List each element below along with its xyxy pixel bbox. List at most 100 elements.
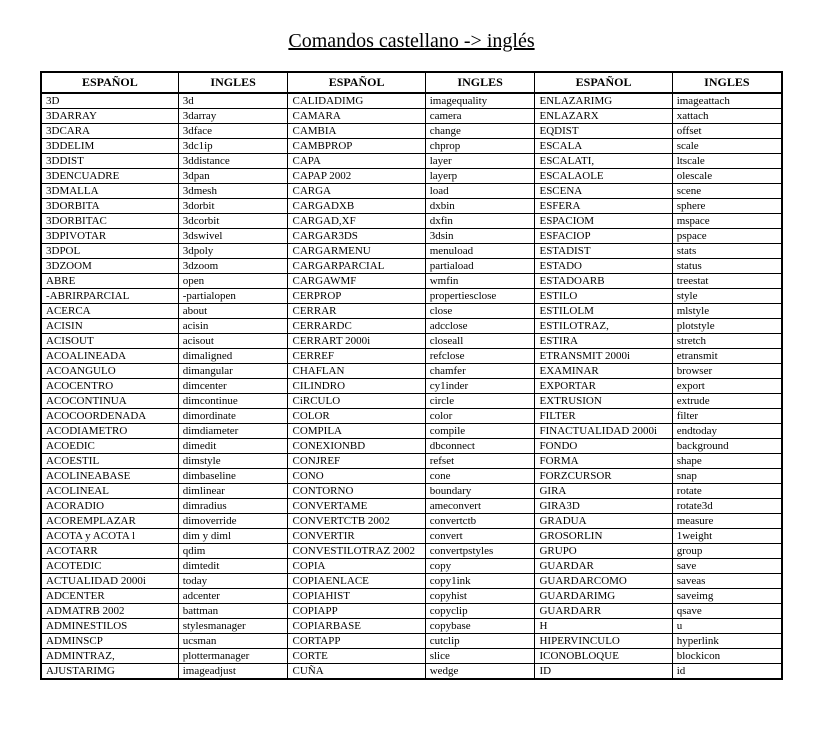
- cell-spanish: FORMA: [535, 454, 672, 469]
- cell-english: saveimg: [672, 589, 782, 604]
- cell-english: menuload: [425, 244, 535, 259]
- cell-spanish: FINACTUALIDAD 2000i: [535, 424, 672, 439]
- cell-spanish: ADMINSCP: [41, 634, 178, 649]
- cell-english: xattach: [672, 109, 782, 124]
- cell-spanish: ACOLINEABASE: [41, 469, 178, 484]
- cell-spanish: ESTADO: [535, 259, 672, 274]
- cell-english: sphere: [672, 199, 782, 214]
- cell-english: -partialopen: [178, 289, 288, 304]
- cell-english: pspace: [672, 229, 782, 244]
- table-row: ACOESTILdimstyleCONJREFrefsetFORMAshape: [41, 454, 782, 469]
- cell-english: 3dmesh: [178, 184, 288, 199]
- cell-english: 3d: [178, 93, 288, 109]
- cell-english: change: [425, 124, 535, 139]
- cell-english: partiaload: [425, 259, 535, 274]
- cell-english: stylesmanager: [178, 619, 288, 634]
- cell-spanish: ESTILOTRAZ,: [535, 319, 672, 334]
- cell-english: etransmit: [672, 349, 782, 364]
- cell-english: 3dface: [178, 124, 288, 139]
- cell-spanish: CAMBPROP: [288, 139, 425, 154]
- cell-spanish: 3D: [41, 93, 178, 109]
- table-row: ACOANGULOdimangularCHAFLANchamferEXAMINA…: [41, 364, 782, 379]
- cell-english: filter: [672, 409, 782, 424]
- cell-english: mlstyle: [672, 304, 782, 319]
- cell-spanish: ADMATRB 2002: [41, 604, 178, 619]
- cell-english: shape: [672, 454, 782, 469]
- cell-spanish: GIRA3D: [535, 499, 672, 514]
- cell-spanish: FORZCURSOR: [535, 469, 672, 484]
- cell-spanish: ESPACIOM: [535, 214, 672, 229]
- cell-english: dimtedit: [178, 559, 288, 574]
- cell-spanish: 3DPOL: [41, 244, 178, 259]
- cell-spanish: CHAFLAN: [288, 364, 425, 379]
- cell-spanish: ACERCA: [41, 304, 178, 319]
- cell-spanish: CILINDRO: [288, 379, 425, 394]
- cell-english: export: [672, 379, 782, 394]
- cell-english: convertpstyles: [425, 544, 535, 559]
- table-row: 3DPOL3dpolyCARGARMENUmenuloadESTADISTsta…: [41, 244, 782, 259]
- cell-spanish: H: [535, 619, 672, 634]
- cell-spanish: CORTE: [288, 649, 425, 664]
- cell-english: imageattach: [672, 93, 782, 109]
- cell-spanish: EXTRUSION: [535, 394, 672, 409]
- cell-english: 3dorbit: [178, 199, 288, 214]
- cell-spanish: 3DENCUADRE: [41, 169, 178, 184]
- cell-spanish: COMPILA: [288, 424, 425, 439]
- cell-spanish: ABRE: [41, 274, 178, 289]
- cell-spanish: COPIA: [288, 559, 425, 574]
- table-row: -ABRIRPARCIAL-partialopenCERPROPproperti…: [41, 289, 782, 304]
- cell-english: browser: [672, 364, 782, 379]
- cell-english: group: [672, 544, 782, 559]
- cell-spanish: GUARDAR: [535, 559, 672, 574]
- cell-spanish: ESTIRA: [535, 334, 672, 349]
- cell-spanish: GRUPO: [535, 544, 672, 559]
- cell-spanish: ACORADIO: [41, 499, 178, 514]
- cell-spanish: CONVERTIR: [288, 529, 425, 544]
- cell-spanish: FONDO: [535, 439, 672, 454]
- cell-english: dimcenter: [178, 379, 288, 394]
- cell-english: ameconvert: [425, 499, 535, 514]
- cell-spanish: CONJREF: [288, 454, 425, 469]
- cell-spanish: CONVERTAME: [288, 499, 425, 514]
- cell-spanish: EQDIST: [535, 124, 672, 139]
- cell-english: about: [178, 304, 288, 319]
- cell-spanish: CARGADXB: [288, 199, 425, 214]
- cell-english: dimlinear: [178, 484, 288, 499]
- cell-spanish: ESTILOLM: [535, 304, 672, 319]
- cell-english: saveas: [672, 574, 782, 589]
- table-row: 3DMALLA3dmeshCARGAloadESCENAscene: [41, 184, 782, 199]
- cell-english: dimradius: [178, 499, 288, 514]
- table-row: ACOCOORDENADAdimordinateCOLORcolorFILTER…: [41, 409, 782, 424]
- cell-spanish: 3DMALLA: [41, 184, 178, 199]
- cell-english: plotstyle: [672, 319, 782, 334]
- cell-english: 3darray: [178, 109, 288, 124]
- cell-spanish: GROSORLIN: [535, 529, 672, 544]
- table-row: 3DDELIM3dc1ipCAMBPROPchpropESCALAscale: [41, 139, 782, 154]
- table-row: ADMINSCPucsmanCORTAPPcutclipHIPERVINCULO…: [41, 634, 782, 649]
- cell-english: blockicon: [672, 649, 782, 664]
- cell-spanish: ACOALINEADA: [41, 349, 178, 364]
- cell-spanish: CONEXIONBD: [288, 439, 425, 454]
- cell-english: treestat: [672, 274, 782, 289]
- cell-english: offset: [672, 124, 782, 139]
- cell-spanish: 3DDELIM: [41, 139, 178, 154]
- cell-english: olescale: [672, 169, 782, 184]
- cell-english: copybase: [425, 619, 535, 634]
- cell-english: imageadjust: [178, 664, 288, 680]
- cell-english: 3dc1ip: [178, 139, 288, 154]
- cell-spanish: ESCALATI,: [535, 154, 672, 169]
- cell-spanish: ESCALA: [535, 139, 672, 154]
- cell-english: circle: [425, 394, 535, 409]
- cell-spanish: CONTORNO: [288, 484, 425, 499]
- cell-spanish: CERPROP: [288, 289, 425, 304]
- col-header-en: INGLES: [178, 72, 288, 93]
- cell-spanish: ACTUALIDAD 2000i: [41, 574, 178, 589]
- cell-spanish: CARGARMENU: [288, 244, 425, 259]
- cell-english: snap: [672, 469, 782, 484]
- cell-english: dimdiameter: [178, 424, 288, 439]
- cell-english: 3dpan: [178, 169, 288, 184]
- table-row: ACOLINEALdimlinearCONTORNOboundaryGIRAro…: [41, 484, 782, 499]
- cell-english: close: [425, 304, 535, 319]
- cell-english: scale: [672, 139, 782, 154]
- cell-english: 3dcorbit: [178, 214, 288, 229]
